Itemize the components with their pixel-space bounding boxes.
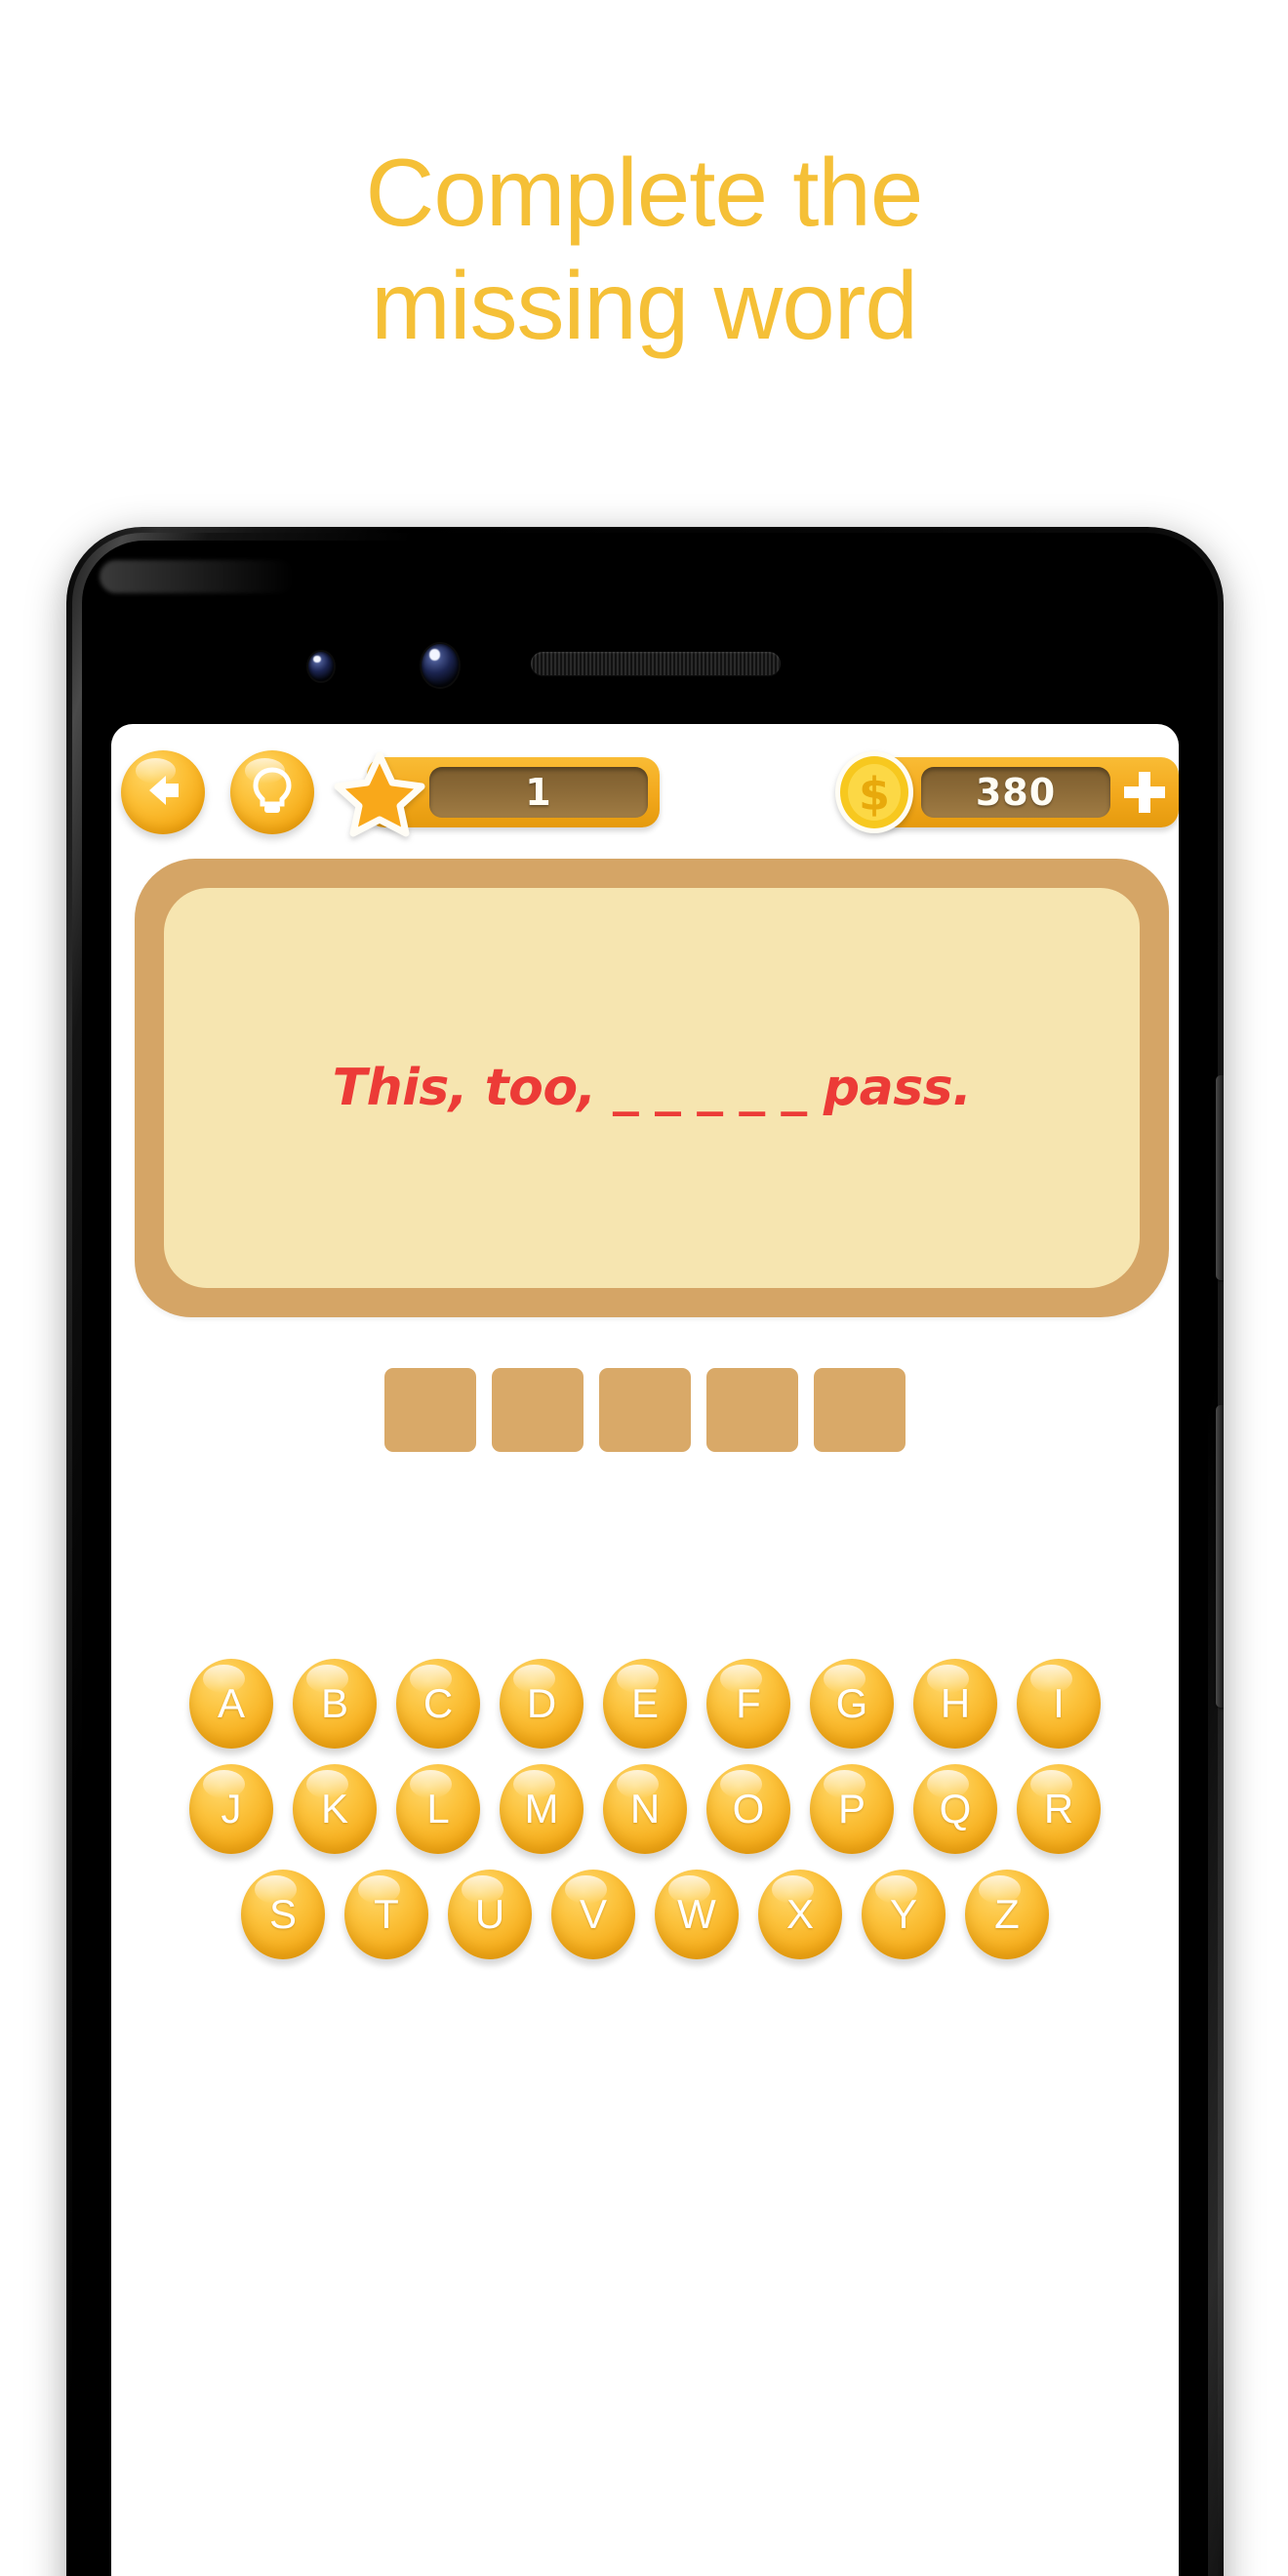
promo-screenshot-page: Complete the missing word 1 $ 380 This, … [0,0,1288,2576]
phone-bezel: 1 $ 380 This, too, _ _ _ _ _ pass. A B C… [82,541,1208,2576]
hint-button[interactable] [230,750,314,834]
key-r[interactable]: R [1017,1764,1101,1854]
keyboard-row: A B C D E F G H I [131,1659,1159,1749]
earpiece-speaker-icon [531,652,781,675]
key-label: S [268,1891,297,1937]
page-title: Complete the missing word [0,137,1288,362]
key-label: C [423,1680,454,1726]
front-camera-secondary-icon [422,644,459,687]
key-o[interactable]: O [706,1764,790,1854]
headline-line-2: missing word [371,251,918,359]
key-label: O [732,1786,765,1831]
key-label: K [320,1786,348,1831]
key-label: H [940,1680,971,1726]
answer-slot[interactable] [706,1368,798,1452]
key-j[interactable]: J [189,1764,273,1854]
key-u[interactable]: U [448,1870,532,1959]
key-label: Y [889,1891,917,1937]
keyboard-row: S T U V W X Y Z [131,1870,1159,1959]
key-label: N [629,1786,661,1831]
key-label: Z [994,1891,1020,1937]
game-hud-bar: 1 $ 380 [111,745,1179,839]
back-arrow-icon [137,764,189,822]
question-text: This, too, _ _ _ _ _ pass. [332,1059,972,1117]
key-k[interactable]: K [293,1764,377,1854]
key-t[interactable]: T [344,1870,428,1959]
key-i[interactable]: I [1017,1659,1101,1749]
answer-slot[interactable] [599,1368,691,1452]
key-e[interactable]: E [603,1659,687,1749]
key-label: L [426,1786,450,1831]
key-label: M [524,1786,559,1831]
key-label: E [630,1680,659,1726]
coin-value: 380 [921,767,1110,818]
plus-icon[interactable] [1118,766,1171,819]
key-c[interactable]: C [396,1659,480,1749]
question-card: This, too, _ _ _ _ _ pass. [135,859,1169,1317]
power-button[interactable] [1216,1075,1224,1280]
coin-icon: $ [829,747,919,837]
key-g[interactable]: G [810,1659,894,1749]
svg-text:$: $ [859,768,890,821]
letter-keyboard: A B C D E F G H I J K L M N O P Q R S T … [111,1659,1179,1959]
key-label: D [526,1680,557,1726]
keyboard-row: J K L M N O P Q R [131,1764,1159,1854]
key-label: P [837,1786,865,1831]
key-l[interactable]: L [396,1764,480,1854]
answer-slot-row [111,1368,1179,1452]
answer-slot[interactable] [814,1368,906,1452]
phone-screen: 1 $ 380 This, too, _ _ _ _ _ pass. A B C… [111,724,1179,2576]
headline-line-1: Complete the [365,139,924,246]
level-value: 1 [429,767,648,818]
key-label: B [320,1680,348,1726]
answer-slot[interactable] [384,1368,476,1452]
level-badge[interactable]: 1 [334,751,660,837]
key-w[interactable]: W [655,1870,739,1959]
phone-device-mockup: 1 $ 380 This, too, _ _ _ _ _ pass. A B C… [66,527,1224,2576]
bezel-highlight [100,560,295,593]
key-label: X [785,1891,814,1937]
key-x[interactable]: X [758,1870,842,1959]
key-z[interactable]: Z [965,1870,1049,1959]
answer-slot[interactable] [492,1368,584,1452]
key-h[interactable]: H [913,1659,997,1749]
key-label: R [1043,1786,1074,1831]
key-a[interactable]: A [189,1659,273,1749]
key-d[interactable]: D [500,1659,584,1749]
key-label: Q [939,1786,972,1831]
key-label: U [474,1891,505,1937]
back-button[interactable] [121,750,205,834]
star-icon [334,745,427,839]
key-f[interactable]: F [706,1659,790,1749]
key-label: V [579,1891,607,1937]
key-v[interactable]: V [551,1870,635,1959]
lightbulb-icon [248,764,297,822]
key-p[interactable]: P [810,1764,894,1854]
key-n[interactable]: N [603,1764,687,1854]
key-label: W [677,1891,716,1937]
key-label: A [217,1680,245,1726]
key-q[interactable]: Q [913,1764,997,1854]
key-label: F [736,1680,761,1726]
key-y[interactable]: Y [862,1870,946,1959]
key-label: I [1053,1680,1065,1726]
coin-badge[interactable]: $ 380 [835,751,1179,833]
key-m[interactable]: M [500,1764,584,1854]
key-label: J [221,1786,242,1831]
key-s[interactable]: S [241,1870,325,1959]
question-card-body: This, too, _ _ _ _ _ pass. [164,888,1140,1288]
volume-rocker[interactable] [1216,1405,1224,1708]
front-camera-icon [308,652,334,681]
key-label: T [374,1891,399,1937]
key-label: G [835,1680,868,1726]
key-b[interactable]: B [293,1659,377,1749]
